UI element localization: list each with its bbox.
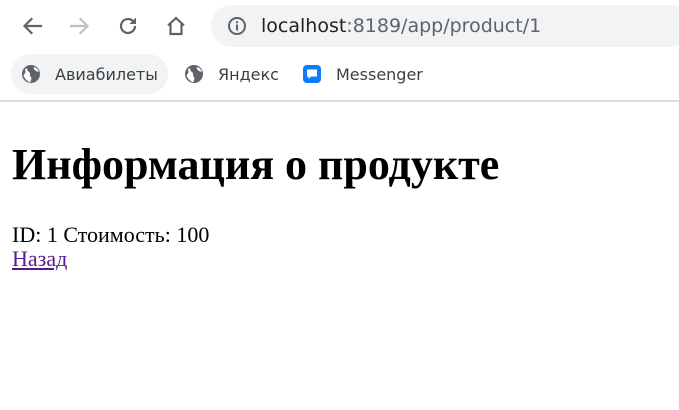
browser-toolbar: localhost:8189/app/product/1 <box>0 0 679 52</box>
url-text[interactable]: localhost:8189/app/product/1 <box>261 5 541 47</box>
product-info: ID: 1 Стоимость: 100 <box>12 223 672 247</box>
back-link[interactable]: Назад <box>12 247 67 271</box>
reload-button[interactable] <box>111 9 145 43</box>
reload-icon <box>119 17 137 35</box>
arrow-left-icon <box>22 17 43 35</box>
id-value: 1 <box>46 222 58 247</box>
globe-icon <box>185 65 203 83</box>
url-path: :8189/app/product/1 <box>346 15 542 37</box>
home-icon <box>167 16 185 36</box>
bookmarks-bar: Авиабилеты Яндекс Messenger <box>0 52 679 102</box>
page-content: Информация о продукте ID: 1 Стоимость: 1… <box>12 102 672 271</box>
forward-button[interactable] <box>63 9 97 43</box>
price-value: 100 <box>176 222 210 247</box>
price-label: Стоимость: <box>63 222 171 247</box>
id-label: ID: <box>12 222 42 247</box>
bookmark-label: Авиабилеты <box>55 64 158 84</box>
info-icon[interactable] <box>227 16 247 36</box>
messenger-icon <box>303 65 321 83</box>
bookmark-yandex[interactable]: Яндекс <box>174 54 289 94</box>
bookmark-aviabilety[interactable]: Авиабилеты <box>11 54 168 94</box>
page-title: Информация о продукте <box>12 140 500 189</box>
address-bar[interactable]: localhost:8189/app/product/1 <box>211 5 679 47</box>
globe-icon <box>22 65 40 83</box>
arrow-right-icon <box>69 17 90 35</box>
url-host: localhost <box>261 15 347 37</box>
back-button[interactable] <box>15 9 49 43</box>
bookmark-label: Messenger <box>336 64 423 84</box>
home-button[interactable] <box>159 9 193 43</box>
bookmark-label: Яндекс <box>218 64 279 84</box>
bookmark-messenger[interactable]: Messenger <box>292 54 433 94</box>
